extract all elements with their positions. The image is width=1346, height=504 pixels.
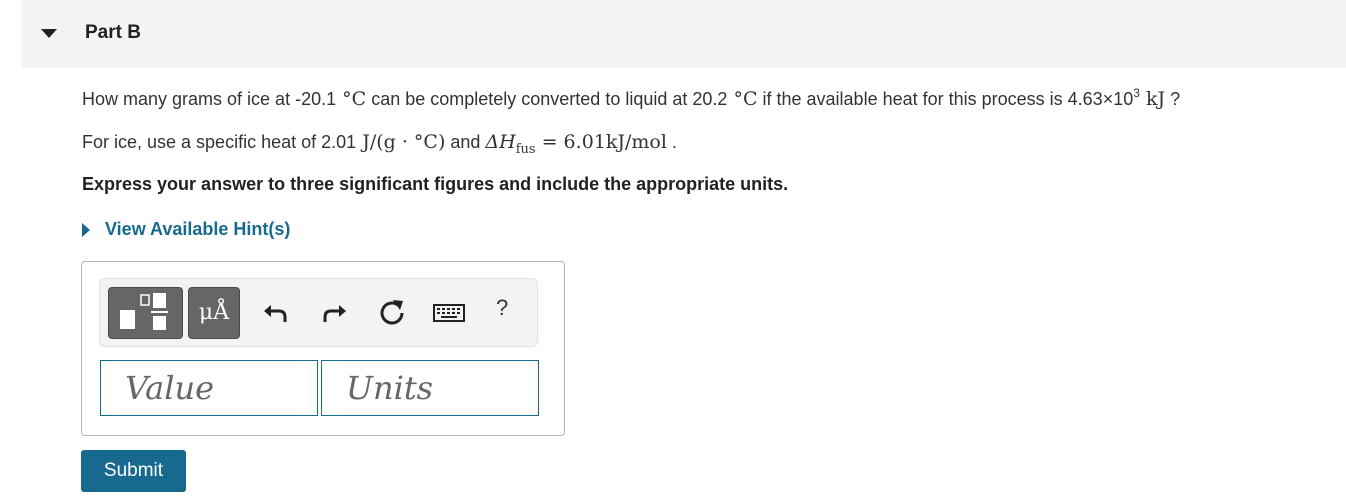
expand-triangle-icon	[82, 222, 90, 237]
value-field[interactable]	[100, 360, 318, 416]
unit-celsius: °C	[727, 88, 758, 110]
help-button[interactable]: ?	[496, 295, 508, 321]
part-header[interactable]	[21, 0, 1346, 68]
question-line-2: For ice, use a specific heat of 2.01 J/(…	[82, 131, 677, 157]
value-input[interactable]	[101, 361, 317, 415]
redo-icon[interactable]	[318, 296, 350, 328]
undo-icon[interactable]	[260, 296, 292, 328]
question-text: if the available heat for this process i…	[757, 89, 1134, 109]
fus-subscript: fus	[515, 142, 536, 157]
question-text: ?	[1165, 89, 1181, 109]
templates-button[interactable]	[108, 287, 183, 339]
hint-toggle[interactable]: View Available Hint(s)	[82, 219, 290, 240]
collapse-triangle-icon[interactable]	[41, 29, 57, 38]
answer-box: μÅ ?	[81, 261, 565, 436]
reset-icon[interactable]	[376, 296, 408, 328]
enthalpy-value: = 6.01kJ/mol	[535, 131, 667, 153]
delta-h-symbol: ΔH	[485, 131, 516, 153]
part-title: Part B	[85, 22, 141, 43]
question-text: can be completely converted to liquid at…	[366, 89, 728, 109]
submit-button[interactable]: Submit	[81, 450, 186, 492]
unit-celsius: °C	[336, 88, 367, 110]
units-button[interactable]: μÅ	[188, 287, 240, 339]
templates-icon	[120, 293, 168, 330]
question-text: How many grams of ice at -20.1	[82, 89, 337, 109]
question-line-1: How many grams of ice at -20.1 °C can be…	[82, 86, 1181, 110]
exponent: 3	[1133, 86, 1140, 100]
specific-heat-unit: J/(g · °C)	[356, 131, 446, 153]
hint-link-label: View Available Hint(s)	[105, 219, 291, 239]
math-toolbar: μÅ ?	[99, 278, 538, 347]
question-text: .	[666, 132, 677, 152]
keyboard-icon[interactable]	[432, 296, 466, 328]
question-text: and	[445, 132, 486, 152]
question-text: For ice, use a specific heat of 2.01	[82, 132, 357, 152]
units-field[interactable]	[321, 360, 539, 416]
units-input[interactable]	[322, 361, 538, 415]
answer-instruction: Express your answer to three significant…	[82, 174, 789, 194]
unit-kj: kJ	[1139, 88, 1166, 110]
